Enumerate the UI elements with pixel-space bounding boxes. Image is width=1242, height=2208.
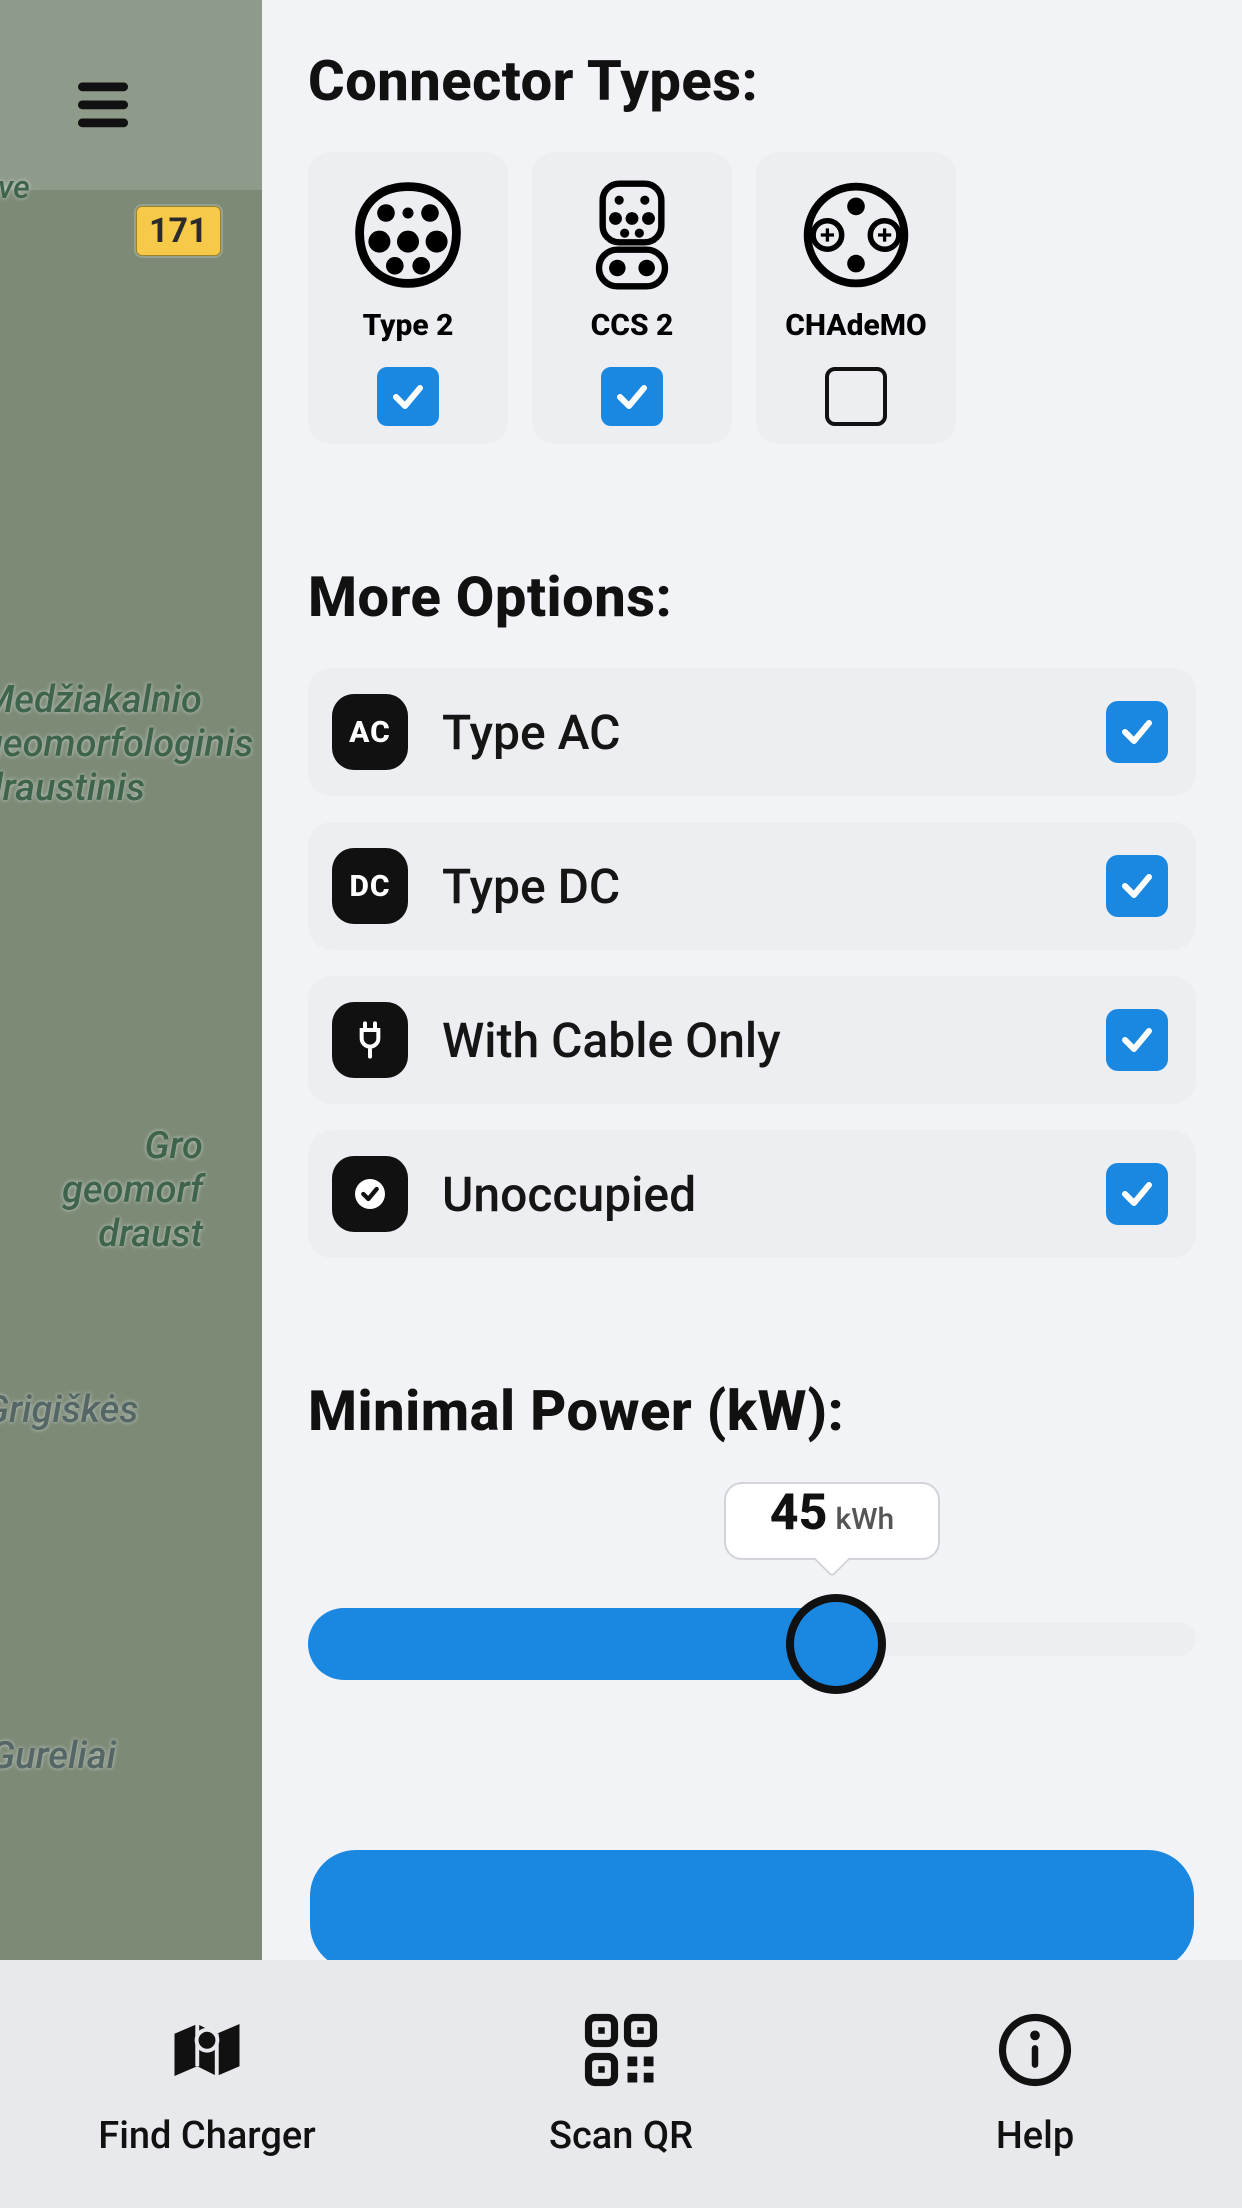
map-place-label: erve [0,168,30,206]
nav-scan-qr[interactable]: Scan QR [416,2010,826,2158]
power-slider[interactable]: 45 kWh [308,1482,1196,1762]
connector-name: Type 2 [363,308,454,343]
check-icon [1119,1176,1155,1212]
available-dot-icon [332,1156,408,1232]
connector-name: CCS 2 [591,308,674,343]
slider-unit: kWh [835,1502,894,1537]
connector-row: Type 2 [308,152,1196,444]
plug-icon [332,1002,408,1078]
check-icon [614,379,650,415]
connector-checkbox[interactable] [601,367,663,426]
option-label: Unoccupied [442,1166,1106,1223]
option-row-type-dc[interactable]: DC Type DC [308,822,1196,950]
section-title-connectors: Connector Types: [308,48,1196,114]
info-icon [995,2010,1075,2090]
chademo-icon [801,180,911,290]
slider-thumb[interactable] [786,1594,886,1694]
option-row-cable-only[interactable]: With Cable Only [308,976,1196,1104]
option-checkbox[interactable] [1106,1009,1168,1071]
option-checkbox[interactable] [1106,1163,1168,1225]
option-list: AC Type AC DC Type DC With Cable Only [308,668,1196,1258]
connector-checkbox[interactable] [377,367,439,426]
map-place-label: Gro geomorf draust [62,1124,203,1256]
check-icon [390,379,426,415]
map-place-label: Medžiakalnio geomorfologinis draustinis [0,678,253,810]
section-title-more-options: More Options: [308,564,1196,630]
filter-panel: Connector Types: Type 2 [262,0,1242,1960]
ccs2-icon [577,180,687,290]
connector-card-chademo[interactable]: CHAdeMO [756,152,956,444]
nav-help[interactable]: Help [830,2010,1240,2158]
ac-badge-icon: AC [332,694,408,770]
option-row-unoccupied[interactable]: Unoccupied [308,1130,1196,1258]
slider-fill [308,1608,842,1680]
map-pin-icon [167,2010,247,2090]
check-icon [1119,868,1155,904]
road-badge: 171 [136,206,221,256]
bottom-nav: Find Charger Scan QR Help [0,1960,1242,2208]
map-place-label: Gureliai [0,1734,116,1778]
option-label: Type AC [442,704,1106,761]
apply-button[interactable] [310,1850,1194,1960]
type2-icon [353,180,463,290]
section-title-power: Minimal Power (kW): [308,1378,1196,1444]
qr-icon [581,2010,661,2090]
connector-card-type2[interactable]: Type 2 [308,152,508,444]
connector-card-ccs2[interactable]: CCS 2 [532,152,732,444]
connector-checkbox[interactable] [825,367,887,426]
option-checkbox[interactable] [1106,855,1168,917]
option-row-type-ac[interactable]: AC Type AC [308,668,1196,796]
connector-name: CHAdeMO [785,308,926,343]
nav-label: Scan QR [549,2114,693,2158]
map-place-label: Grigiškės [0,1388,138,1432]
check-icon [1119,714,1155,750]
nav-label: Find Charger [98,2114,315,2158]
map-sliver: 171 erve Medžiakalnio geomorfologinis dr… [0,0,262,1960]
slider-value-bubble: 45 kWh [724,1482,940,1560]
nav-label: Help [996,2114,1074,2158]
option-label: With Cable Only [442,1012,1106,1069]
nav-find-charger[interactable]: Find Charger [2,2010,412,2158]
option-checkbox[interactable] [1106,701,1168,763]
dc-badge-icon: DC [332,848,408,924]
option-label: Type DC [442,858,1106,915]
slider-value: 45 [770,1484,828,1542]
check-icon [1119,1022,1155,1058]
